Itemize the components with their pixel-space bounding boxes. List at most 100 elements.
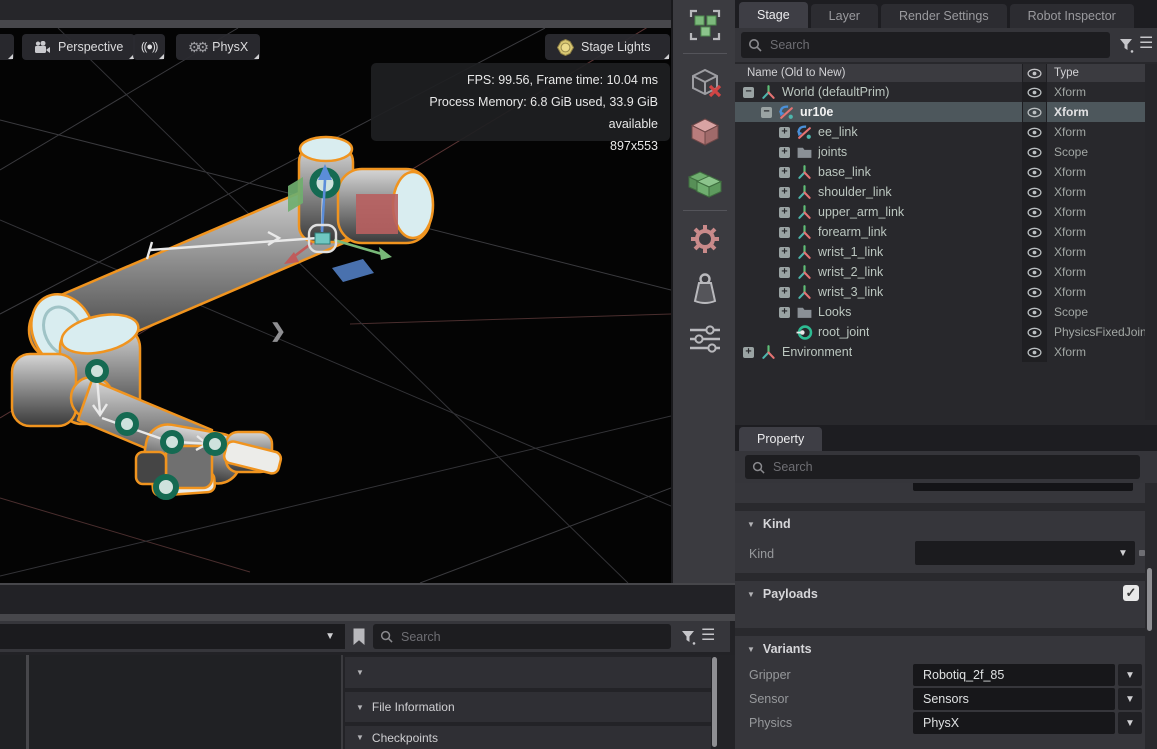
kind-dropdown[interactable]: ▼ bbox=[915, 541, 1135, 565]
visibility-eye-icon[interactable] bbox=[1022, 202, 1047, 222]
expander-plus-icon[interactable]: + bbox=[779, 207, 790, 218]
tree-row[interactable]: + wrist_2_link Xform bbox=[735, 262, 1157, 282]
prim-name[interactable]: wrist_3_link bbox=[818, 285, 883, 299]
variant-dropdown-gripper[interactable]: Robotiq_2f_85 bbox=[913, 664, 1115, 686]
tab-property[interactable]: Property bbox=[739, 427, 822, 451]
prim-name[interactable]: wrist_1_link bbox=[818, 245, 883, 259]
section-untitled[interactable]: ▼ bbox=[345, 657, 711, 688]
chevron-down-icon[interactable]: ▼ bbox=[1118, 712, 1142, 734]
prim-name[interactable]: forearm_link bbox=[818, 225, 887, 239]
property-scrollbar[interactable] bbox=[1147, 568, 1152, 631]
bookmark-icon[interactable] bbox=[350, 627, 368, 647]
options-menu-icon[interactable]: ☰ bbox=[701, 625, 715, 645]
tree-row[interactable]: − World (defaultPrim) Xform bbox=[735, 82, 1157, 102]
expander-minus-icon[interactable]: − bbox=[743, 87, 754, 98]
expander-plus-icon[interactable]: + bbox=[779, 147, 790, 158]
tab-layer[interactable]: Layer bbox=[811, 4, 878, 28]
filter-icon[interactable] bbox=[679, 628, 697, 646]
default-value-dot[interactable] bbox=[1139, 550, 1145, 556]
panel-splitter[interactable] bbox=[0, 614, 735, 621]
expander-plus-icon[interactable]: + bbox=[779, 287, 790, 298]
prim-name[interactable]: joints bbox=[818, 145, 847, 159]
tree-row[interactable]: − ur10e Xform bbox=[735, 102, 1157, 122]
mass-weight-icon[interactable] bbox=[685, 269, 725, 309]
type-column-header[interactable]: Type bbox=[1047, 64, 1157, 82]
stage-lights-button[interactable]: Stage Lights bbox=[545, 34, 670, 60]
section-file-information[interactable]: ▼File Information bbox=[345, 692, 711, 722]
visibility-eye-icon[interactable] bbox=[1022, 122, 1047, 142]
prim-name[interactable]: root_joint bbox=[818, 325, 869, 339]
visibility-eye-icon[interactable] bbox=[1022, 282, 1047, 302]
tab-robot-inspector[interactable]: Robot Inspector bbox=[1010, 4, 1134, 28]
physx-debug-button[interactable]: ⚙⚙ PhysX bbox=[176, 34, 260, 60]
expander-plus-icon[interactable]: + bbox=[779, 127, 790, 138]
tree-row[interactable]: + wrist_1_link Xform bbox=[735, 242, 1157, 262]
chevron-down-icon[interactable]: ▼ bbox=[1118, 664, 1142, 686]
collapse-arrow-icon[interactable]: ▼ bbox=[747, 645, 755, 654]
cube-disabled-icon[interactable] bbox=[685, 62, 725, 102]
filter-icon[interactable] bbox=[1117, 36, 1135, 54]
payloads-checkbox[interactable]: ✓ bbox=[1123, 585, 1139, 601]
physics-gear-icon[interactable] bbox=[685, 219, 725, 259]
visibility-eye-icon[interactable] bbox=[1022, 182, 1047, 202]
browser-search-input[interactable] bbox=[399, 629, 664, 645]
collapse-arrow-icon[interactable]: ▼ bbox=[356, 733, 364, 742]
property-search-box[interactable] bbox=[745, 455, 1140, 479]
visibility-eye-icon[interactable] bbox=[1022, 242, 1047, 262]
browser-search-box[interactable] bbox=[373, 624, 671, 649]
name-column-header[interactable]: Name (Old to New) bbox=[735, 64, 1022, 82]
red-cube-icon[interactable] bbox=[685, 112, 725, 152]
visibility-eye-icon[interactable] bbox=[1022, 262, 1047, 282]
visibility-eye-icon[interactable] bbox=[1022, 142, 1047, 162]
tab-stage[interactable]: Stage bbox=[739, 2, 808, 28]
settings-sliders-icon[interactable] bbox=[685, 319, 725, 359]
collapse-arrow-icon[interactable]: ▼ bbox=[747, 520, 755, 529]
prim-name[interactable]: Looks bbox=[818, 305, 851, 319]
clipped-toolbar-button[interactable] bbox=[0, 34, 14, 60]
prim-name[interactable]: World (defaultPrim) bbox=[782, 85, 889, 99]
camera-selector-button[interactable]: Perspective bbox=[22, 34, 135, 60]
live-sync-button[interactable]: ((●)) bbox=[133, 34, 165, 60]
prim-name[interactable]: base_link bbox=[818, 165, 871, 179]
expander-plus-icon[interactable]: + bbox=[779, 227, 790, 238]
details-scrollbar[interactable] bbox=[712, 657, 717, 747]
tree-scroll-gutter[interactable] bbox=[1145, 64, 1157, 420]
variant-dropdown-sensor[interactable]: Sensors bbox=[913, 688, 1115, 710]
green-cubes-icon[interactable] bbox=[685, 162, 725, 202]
expander-plus-icon[interactable]: + bbox=[779, 187, 790, 198]
visibility-eye-icon[interactable] bbox=[1022, 82, 1047, 102]
tree-row[interactable]: +Looks Scope bbox=[735, 302, 1157, 322]
visibility-column-header[interactable] bbox=[1022, 64, 1047, 82]
tree-row[interactable]: + ee_link Xform bbox=[735, 122, 1157, 142]
tab-render-settings[interactable]: Render Settings bbox=[881, 4, 1007, 28]
expander-plus-icon[interactable]: + bbox=[743, 347, 754, 358]
stage-search-input[interactable] bbox=[768, 37, 1103, 53]
expander-minus-icon[interactable]: − bbox=[761, 107, 772, 118]
collapse-arrow-icon[interactable]: ▼ bbox=[356, 668, 364, 677]
visibility-eye-icon[interactable] bbox=[1022, 102, 1047, 122]
prim-name[interactable]: ee_link bbox=[818, 125, 858, 139]
variant-dropdown-physics[interactable]: PhysX bbox=[913, 712, 1115, 734]
tree-row[interactable]: root_joint PhysicsFixedJoin bbox=[735, 322, 1157, 342]
expander-plus-icon[interactable]: + bbox=[779, 167, 790, 178]
tree-row[interactable]: + Environment Xform bbox=[735, 342, 1157, 362]
visibility-eye-icon[interactable] bbox=[1022, 302, 1047, 322]
path-combo[interactable]: ▼ bbox=[0, 624, 345, 649]
collapse-arrow-icon[interactable]: ▼ bbox=[747, 590, 755, 599]
browser-tree-area[interactable] bbox=[29, 655, 343, 749]
options-menu-icon[interactable]: ☰ bbox=[1139, 33, 1153, 53]
chevron-down-icon[interactable]: ▼ bbox=[1118, 688, 1142, 710]
tree-row[interactable]: + shoulder_link Xform bbox=[735, 182, 1157, 202]
viewport-3d[interactable]: Perspective ((●)) ⚙⚙ PhysX Stage Lights … bbox=[0, 28, 671, 583]
tree-row[interactable]: + upper_arm_link Xform bbox=[735, 202, 1157, 222]
prim-name[interactable]: upper_arm_link bbox=[818, 205, 904, 219]
visibility-eye-icon[interactable] bbox=[1022, 322, 1047, 342]
visibility-eye-icon[interactable] bbox=[1022, 162, 1047, 182]
expander-plus-icon[interactable]: + bbox=[779, 267, 790, 278]
prim-name[interactable]: ur10e bbox=[800, 105, 833, 119]
expander-plus-icon[interactable]: + bbox=[779, 307, 790, 318]
prim-name[interactable]: shoulder_link bbox=[818, 185, 892, 199]
tree-row[interactable]: +joints Scope bbox=[735, 142, 1157, 162]
property-search-input[interactable] bbox=[771, 459, 1133, 475]
visibility-eye-icon[interactable] bbox=[1022, 342, 1047, 362]
